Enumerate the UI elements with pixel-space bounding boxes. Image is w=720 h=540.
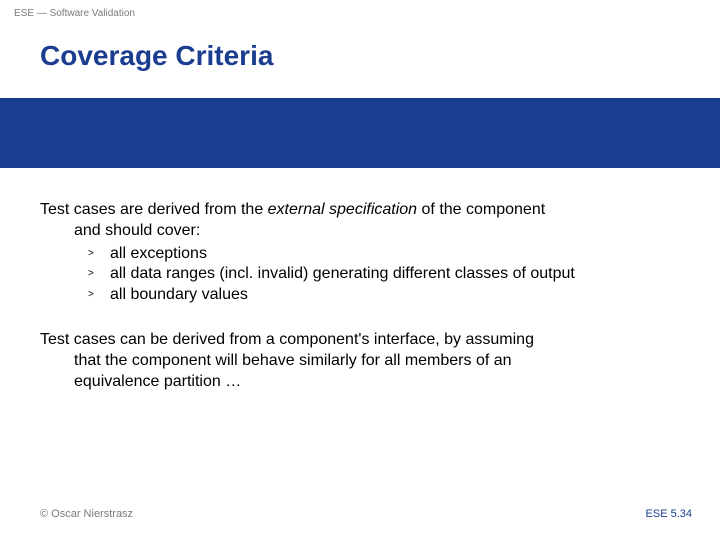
p1-em: external specification [268, 201, 417, 218]
p2-l1-pre: Test cases can be derived from a compone… [40, 331, 374, 348]
p2-l3-em: equivalence partition [74, 373, 221, 390]
p1-post: of the component [417, 201, 545, 218]
bullet-list: all exceptions all data ranges (incl. in… [40, 244, 680, 306]
footer-copyright: © Oscar Nierstrasz [40, 508, 133, 520]
p2-l1-em: interface [374, 331, 435, 348]
footer-pageref: ESE 5.34 [646, 508, 692, 520]
p2-line-2: that the component will behave similarly… [40, 351, 680, 372]
p2-line-3: equivalence partition … [40, 372, 680, 393]
slide-body: Test cases are derived from the external… [40, 200, 680, 392]
list-item: all data ranges (incl. invalid) generati… [40, 264, 680, 285]
slide-title: Coverage Criteria [40, 40, 273, 72]
p2-l3-post: … [221, 373, 241, 390]
p2-line-1: Test cases can be derived from a compone… [40, 330, 680, 351]
title-band [0, 98, 720, 168]
list-item: all boundary values [40, 285, 680, 306]
list-item: all exceptions [40, 244, 680, 265]
paragraph-1-line-1: Test cases are derived from the external… [40, 200, 680, 221]
p2-l1-post: , by assuming [435, 331, 534, 348]
paragraph-2: Test cases can be derived from a compone… [40, 330, 680, 392]
course-header: ESE — Software Validation [14, 8, 135, 19]
paragraph-1-line-2: and should cover: [40, 221, 680, 242]
slide: ESE — Software Validation Coverage Crite… [0, 0, 720, 540]
p1-pre: Test cases are derived from the [40, 201, 268, 218]
